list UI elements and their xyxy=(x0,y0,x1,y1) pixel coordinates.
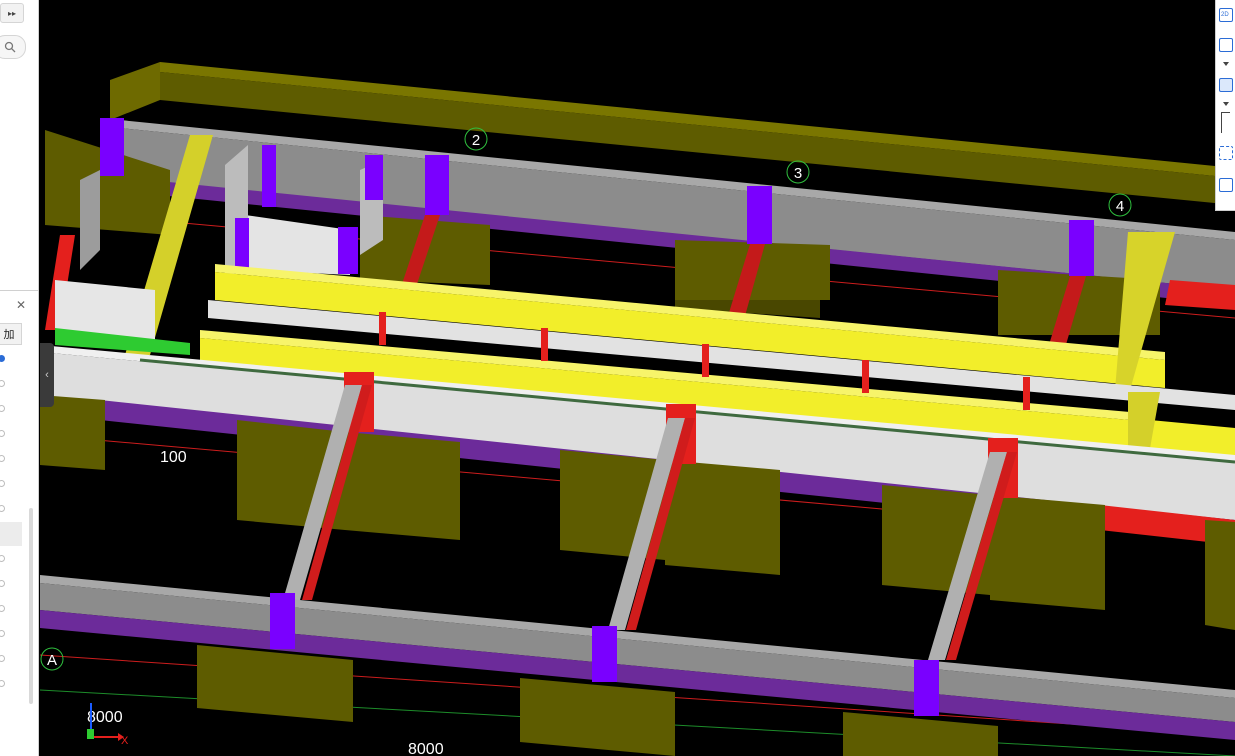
panel-divider xyxy=(0,290,38,291)
layer-radio[interactable] xyxy=(0,630,5,637)
search-box[interactable] xyxy=(0,35,26,59)
footing-block xyxy=(665,460,780,575)
layer-radio[interactable] xyxy=(0,355,5,362)
layer-radio[interactable] xyxy=(0,480,5,487)
grid-label-3: 3 xyxy=(794,165,802,182)
footing-block xyxy=(197,645,353,722)
footing-block xyxy=(1205,520,1235,630)
column-purple xyxy=(747,186,772,244)
column-purple xyxy=(270,593,295,649)
column-purple xyxy=(1069,220,1094,276)
column-purple xyxy=(914,660,939,716)
column-purple xyxy=(592,626,617,682)
footing-block xyxy=(345,432,460,540)
view-2d-button[interactable]: 2D xyxy=(1219,8,1233,22)
panel-scrollbar[interactable] xyxy=(29,508,33,704)
red-member xyxy=(1165,280,1235,310)
layer-radio[interactable] xyxy=(0,405,5,412)
view-2d-label: 2D xyxy=(1221,12,1229,18)
grid-label-4: 4 xyxy=(1116,198,1124,215)
layer-radio[interactable] xyxy=(0,580,5,587)
red-tie xyxy=(379,312,386,345)
column-purple xyxy=(425,155,449,215)
view-toolbar: 2D xyxy=(1215,0,1235,211)
back-beam-end xyxy=(110,62,160,120)
column-purple xyxy=(338,227,358,274)
column-purple xyxy=(262,145,276,207)
panel-tab[interactable]: 加 xyxy=(0,323,22,345)
footing-block xyxy=(520,678,675,756)
red-tie xyxy=(862,360,869,393)
panel-close-button[interactable]: ✕ xyxy=(14,298,28,312)
layer-radio[interactable] xyxy=(0,605,5,612)
view-iso-button[interactable] xyxy=(1219,146,1233,160)
left-gray-member xyxy=(80,170,100,270)
dimension-label: 8000 xyxy=(408,741,444,756)
axis-z xyxy=(87,729,94,739)
search-icon xyxy=(4,41,16,53)
red-tie xyxy=(702,344,709,377)
layer-radio[interactable] xyxy=(0,555,5,562)
view-corner-button[interactable] xyxy=(1221,112,1230,133)
layer-radio[interactable] xyxy=(0,430,5,437)
room-wall xyxy=(245,215,350,275)
layer-radio[interactable] xyxy=(0,680,5,687)
chevron-down-icon[interactable] xyxy=(1223,62,1229,66)
chevron-down-icon[interactable] xyxy=(1223,102,1229,106)
footing-block xyxy=(843,712,998,756)
layer-radio[interactable] xyxy=(0,380,5,387)
grid-label-a: A xyxy=(47,652,57,669)
layer-radio[interactable] xyxy=(0,505,5,512)
dimension-label: 100 xyxy=(160,449,187,466)
collapse-panel-handle[interactable]: ‹ xyxy=(40,343,54,407)
panel-tab-label: 加 xyxy=(3,329,15,341)
3d-viewport[interactable]: 2 3 4 A 100 8000 8000 X xyxy=(40,0,1235,756)
view-front-button[interactable] xyxy=(1219,38,1233,52)
chevron-left-icon: ‹ xyxy=(45,369,49,381)
view-3d-box-button[interactable] xyxy=(1219,78,1233,92)
column-purple xyxy=(100,118,124,176)
left-panel: ▸▸ ✕ 加 xyxy=(0,0,39,756)
grid-label-2: 2 xyxy=(472,132,480,149)
axis-x-label: X xyxy=(121,735,129,747)
red-tie xyxy=(1023,377,1030,410)
dimension-label: 8000 xyxy=(87,709,123,726)
expand-panel-button[interactable]: ▸▸ xyxy=(0,3,24,23)
structure-model: 2 3 4 A 100 8000 8000 X xyxy=(40,62,1235,756)
column-purple xyxy=(235,218,249,268)
column-purple xyxy=(365,155,383,200)
expand-icon: ▸▸ xyxy=(7,8,17,18)
close-icon: ✕ xyxy=(15,298,27,312)
view-list-button[interactable] xyxy=(1219,178,1233,192)
footing-block xyxy=(990,495,1105,610)
layer-radio[interactable] xyxy=(0,655,5,662)
red-tie xyxy=(541,328,548,361)
list-selection-highlight xyxy=(0,522,22,546)
layer-radio[interactable] xyxy=(0,455,5,462)
